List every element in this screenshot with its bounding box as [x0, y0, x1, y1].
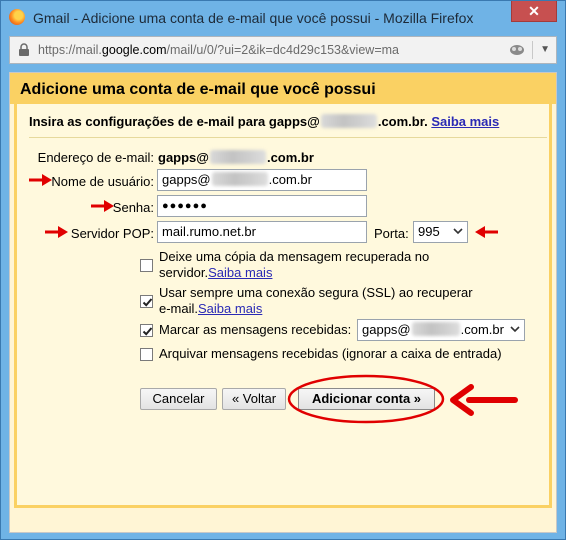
email-label: Endereço de e-mail:: [37, 150, 154, 165]
highlight-ellipse: [287, 374, 445, 424]
url-menu-arrow-icon[interactable]: ▼: [532, 41, 550, 59]
username-label: Nome de usuário:: [51, 174, 154, 189]
instruction-text: Insira as configurações de e-mail para g…: [29, 114, 499, 129]
port-label: Porta:: [374, 226, 409, 241]
chevron-down-icon: [510, 326, 520, 333]
url-path: /mail/u/0/?ui=2&ik=dc4d29c153&view=ma: [166, 43, 399, 57]
password-field[interactable]: ●●●●●●: [157, 195, 367, 217]
address-bar[interactable]: https://mail.google.com/mail/u/0/?ui=2&i…: [9, 36, 557, 64]
redacted-domain: [211, 172, 268, 186]
password-label: Senha:: [112, 200, 154, 215]
label-select-prefix: gapps@: [362, 322, 411, 337]
redacted-domain: [320, 114, 377, 128]
redacted-domain: [411, 322, 460, 336]
ssl-checkbox[interactable]: [140, 295, 153, 308]
lock-icon: [19, 43, 29, 56]
label-select-suffix: .com.br: [460, 322, 504, 337]
instruction-suffix: .com.br.: [377, 114, 428, 129]
pop-server-label: Servidor POP:: [70, 226, 154, 241]
red-arrow-left-icon: [475, 226, 498, 238]
username-prefix: gapps@: [162, 172, 211, 187]
label-select[interactable]: gapps@ .com.br: [357, 319, 525, 341]
browser-window: Gmail - Adicione uma conta de e-mail que…: [0, 0, 566, 540]
redacted-domain: [209, 150, 266, 164]
archive-checkbox[interactable]: [140, 348, 153, 361]
window-title: Gmail - Adicione uma conta de e-mail que…: [33, 10, 474, 26]
ssl-text: Usar sempre uma conexão segura (SSL) ao …: [159, 285, 473, 300]
leave-copy-learn-more-link[interactable]: Saiba mais: [208, 265, 272, 280]
username-suffix: .com.br: [268, 172, 312, 187]
instruction-prefix: Insira as configurações de e-mail para g…: [29, 114, 320, 129]
ssl-learn-more-link[interactable]: Saiba mais: [198, 301, 262, 316]
checkmark-icon: [142, 298, 153, 307]
email-value: gapps@ .com.br: [158, 150, 314, 165]
leave-copy-text-2: servidor.: [159, 265, 209, 280]
url-prefix: https://mail.: [38, 43, 102, 57]
port-select[interactable]: 995: [413, 221, 468, 243]
addon-icon[interactable]: [508, 42, 526, 58]
leave-copy-option: Deixe uma cópia da mensagem recuperada n…: [159, 249, 429, 281]
port-value: 995: [418, 224, 440, 239]
label-text: Marcar as mensagens recebidas:: [159, 322, 352, 337]
cancel-button[interactable]: Cancelar: [140, 388, 217, 410]
email-prefix: gapps@: [158, 150, 209, 165]
ssl-option: Usar sempre uma conexão segura (SSL) ao …: [159, 285, 473, 317]
back-button[interactable]: « Voltar: [222, 388, 286, 410]
leave-copy-text: Deixe uma cópia da mensagem recuperada n…: [159, 249, 430, 264]
dialog-title: Adicione uma conta de e-mail que você po…: [20, 81, 376, 98]
archive-text: Arquivar mensagens recebidas (ignorar a …: [159, 346, 502, 361]
learn-more-link[interactable]: Saiba mais: [431, 114, 499, 129]
chevron-down-icon: [453, 228, 463, 235]
page-content: Adicione uma conta de e-mail que você po…: [9, 72, 557, 533]
url-text: https://mail.google.com/mail/u/0/?ui=2&i…: [38, 43, 399, 57]
email-suffix: .com.br: [266, 150, 314, 165]
dialog-header: Adicione uma conta de e-mail que você po…: [10, 73, 556, 104]
firefox-icon: [9, 9, 25, 25]
big-red-arrow-icon: [450, 384, 518, 416]
settings-panel: Insira as configurações de e-mail para g…: [14, 104, 552, 508]
ssl-text-2: e-mail.: [159, 301, 199, 316]
checkmark-icon: [142, 327, 153, 336]
username-field[interactable]: gapps@ .com.br: [157, 169, 367, 191]
divider: [29, 137, 547, 138]
leave-copy-checkbox[interactable]: [140, 259, 153, 272]
window-close-button[interactable]: ✕: [511, 1, 557, 22]
title-bar[interactable]: Gmail - Adicione uma conta de e-mail que…: [1, 1, 565, 35]
url-domain: google.com: [101, 43, 167, 57]
pop-server-field[interactable]: mail.rumo.net.br: [157, 221, 367, 243]
label-checkbox[interactable]: [140, 324, 153, 337]
